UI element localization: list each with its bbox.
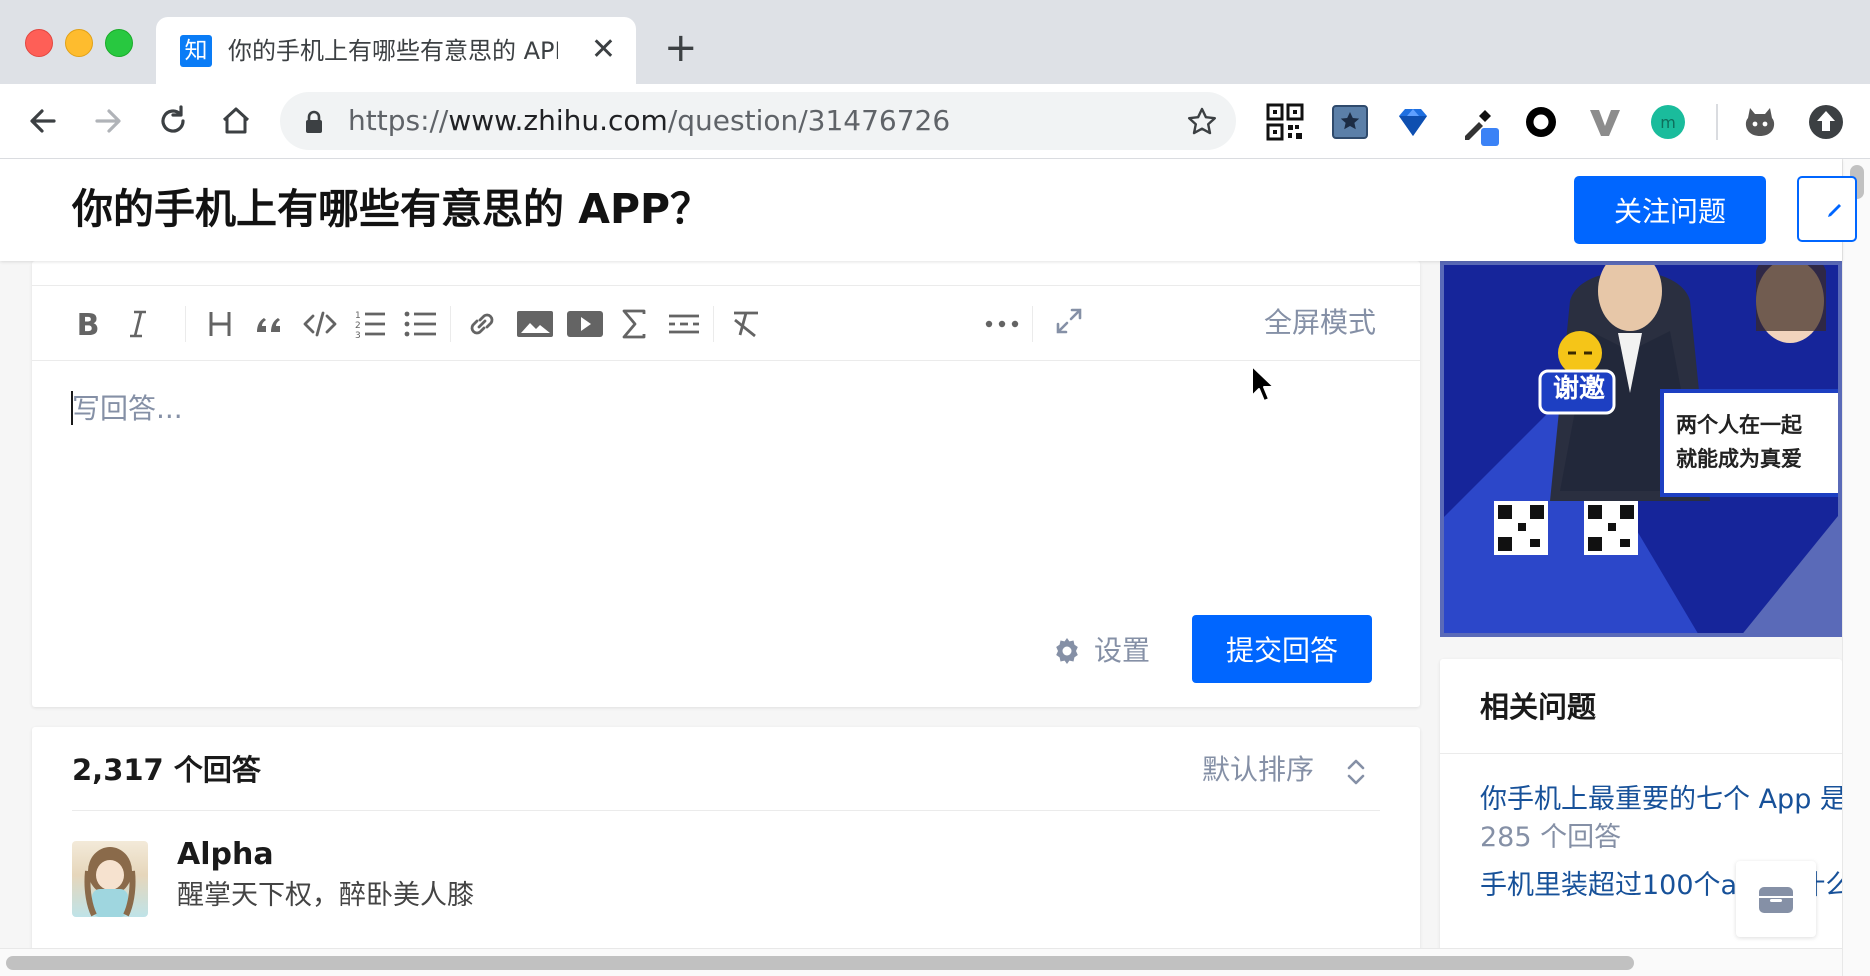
octocat-icon[interactable] bbox=[1740, 102, 1780, 142]
svg-text:2: 2 bbox=[355, 321, 361, 331]
submit-answer-button[interactable]: 提交回答 bbox=[1192, 615, 1372, 683]
divider-icon[interactable] bbox=[666, 306, 702, 342]
svg-text:3: 3 bbox=[355, 331, 361, 341]
settings-label: 设置 bbox=[1094, 634, 1151, 667]
divider bbox=[1440, 753, 1842, 754]
bold-icon[interactable]: B bbox=[70, 306, 106, 343]
forward-button[interactable] bbox=[85, 98, 131, 144]
sort-dropdown[interactable]: 默认排序 bbox=[1202, 749, 1314, 791]
tab-title: 你的手机上有哪些有意思的 APP bbox=[228, 37, 558, 65]
video-icon[interactable] bbox=[566, 306, 603, 342]
address-bar[interactable]: https://www.zhihu.com/question/31476726 bbox=[280, 92, 1236, 150]
answer-count: 2,317 个回答 bbox=[72, 753, 261, 787]
m-circle-icon[interactable]: m bbox=[1648, 102, 1688, 142]
window-close-button[interactable] bbox=[25, 29, 53, 57]
italic-icon[interactable] bbox=[120, 306, 156, 342]
more-icon[interactable] bbox=[984, 306, 1020, 342]
new-tab-button[interactable]: + bbox=[664, 28, 698, 68]
horizontal-scrollbar[interactable] bbox=[0, 948, 1842, 976]
fullscreen-icon[interactable] bbox=[1054, 306, 1090, 342]
related-title: 相关问题 bbox=[1480, 690, 1597, 724]
diamond-icon[interactable] bbox=[1393, 102, 1433, 142]
window-maximize-button[interactable] bbox=[105, 29, 133, 57]
answers-list: 2,317 个回答 默认排序 Alpha 醒掌天下权，醉卧美人膝 bbox=[32, 727, 1420, 976]
ad-caption-line1: 两个人在一起 bbox=[1676, 413, 1802, 437]
url-text: https://www.zhihu.com/question/31476726 bbox=[348, 104, 951, 137]
follow-question-button[interactable]: 关注问题 bbox=[1574, 176, 1766, 244]
blockquote-icon[interactable] bbox=[252, 306, 288, 342]
formula-sigma-icon[interactable] bbox=[616, 306, 652, 342]
answer-input[interactable]: 写回答... bbox=[72, 389, 183, 429]
bookmark-star-icon[interactable] bbox=[1186, 106, 1218, 138]
question-header: 你的手机上有哪些有意思的 APP？ 关注问题 bbox=[0, 159, 1857, 261]
svg-text:1: 1 bbox=[355, 311, 361, 321]
home-icon bbox=[222, 107, 250, 134]
avatar[interactable] bbox=[72, 841, 148, 917]
ad-caption-line2: 就能成为真爱 bbox=[1676, 447, 1802, 471]
link-icon[interactable] bbox=[464, 306, 500, 342]
back-arrow-icon bbox=[30, 109, 56, 133]
lock-icon bbox=[306, 110, 322, 133]
ordered-list-icon[interactable]: 123 bbox=[352, 306, 388, 342]
toolbar-divider bbox=[1716, 104, 1718, 140]
floating-action-button[interactable] bbox=[1736, 861, 1816, 937]
editor-toolbar: B 123 全屏模式 bbox=[32, 285, 1420, 361]
svg-text:m: m bbox=[1660, 113, 1676, 132]
v-logo-icon[interactable] bbox=[1585, 102, 1625, 142]
answer-editor: B 123 全屏模式 写回答... 设置 提交回答 bbox=[32, 261, 1420, 707]
star-bookmark-icon[interactable] bbox=[1330, 102, 1370, 142]
heading-icon[interactable] bbox=[202, 306, 238, 342]
related-answer-count: 285 个回答 bbox=[1480, 822, 1622, 853]
window-minimize-button[interactable] bbox=[65, 29, 93, 57]
vertical-scrollbar[interactable] bbox=[1842, 159, 1870, 976]
browser-toolbar: https://www.zhihu.com/question/31476726 … bbox=[0, 84, 1870, 159]
bullet-list-icon[interactable] bbox=[402, 306, 438, 342]
browser-tab[interactable]: 知 你的手机上有哪些有意思的 APP ✕ bbox=[156, 17, 636, 84]
write-answer-button[interactable] bbox=[1797, 176, 1857, 242]
zhihu-favicon-icon: 知 bbox=[180, 35, 212, 67]
ad-badge: 谢邀 bbox=[1552, 374, 1605, 404]
related-question-link[interactable]: 你手机上最重要的七个 App 是 bbox=[1480, 781, 1847, 819]
eyedropper-icon[interactable] bbox=[1457, 102, 1499, 146]
horizontal-scroll-thumb[interactable] bbox=[6, 956, 1634, 970]
reload-icon bbox=[161, 105, 185, 133]
page-content: 你的手机上有哪些有意思的 APP？ 关注问题 B 123 全屏模式 写回答...… bbox=[0, 159, 1870, 976]
fullscreen-label[interactable]: 全屏模式 bbox=[1264, 303, 1376, 343]
question-title: 你的手机上有哪些有意思的 APP？ bbox=[72, 185, 712, 233]
ring-icon[interactable] bbox=[1521, 102, 1561, 142]
back-button[interactable] bbox=[20, 98, 66, 144]
clear-format-icon[interactable] bbox=[728, 306, 764, 342]
gear-icon bbox=[1056, 638, 1078, 664]
code-icon[interactable] bbox=[302, 306, 338, 342]
sort-chevron-icon[interactable] bbox=[1344, 757, 1368, 787]
pencil-icon bbox=[1828, 204, 1841, 217]
upload-circle-icon[interactable] bbox=[1806, 102, 1846, 142]
author-name[interactable]: Alpha bbox=[177, 835, 274, 875]
tab-bar: 知 你的手机上有哪些有意思的 APP ✕ + bbox=[0, 0, 1870, 84]
sidebar-ad-banner[interactable]: 谢邀 两个人在一起 就能成为真爱 bbox=[1440, 261, 1842, 637]
image-icon[interactable] bbox=[516, 306, 553, 342]
mouse-cursor-icon bbox=[1251, 365, 1275, 402]
home-button[interactable] bbox=[213, 98, 259, 144]
qr-code-icon[interactable] bbox=[1265, 102, 1305, 142]
divider bbox=[72, 810, 1380, 811]
inbox-icon bbox=[1759, 887, 1793, 913]
forward-arrow-icon bbox=[95, 109, 121, 133]
author-bio: 醒掌天下权，醉卧美人膝 bbox=[177, 880, 474, 911]
tab-close-icon[interactable]: ✕ bbox=[591, 31, 616, 69]
reload-button[interactable] bbox=[150, 98, 196, 144]
svg-text:B: B bbox=[77, 308, 100, 342]
